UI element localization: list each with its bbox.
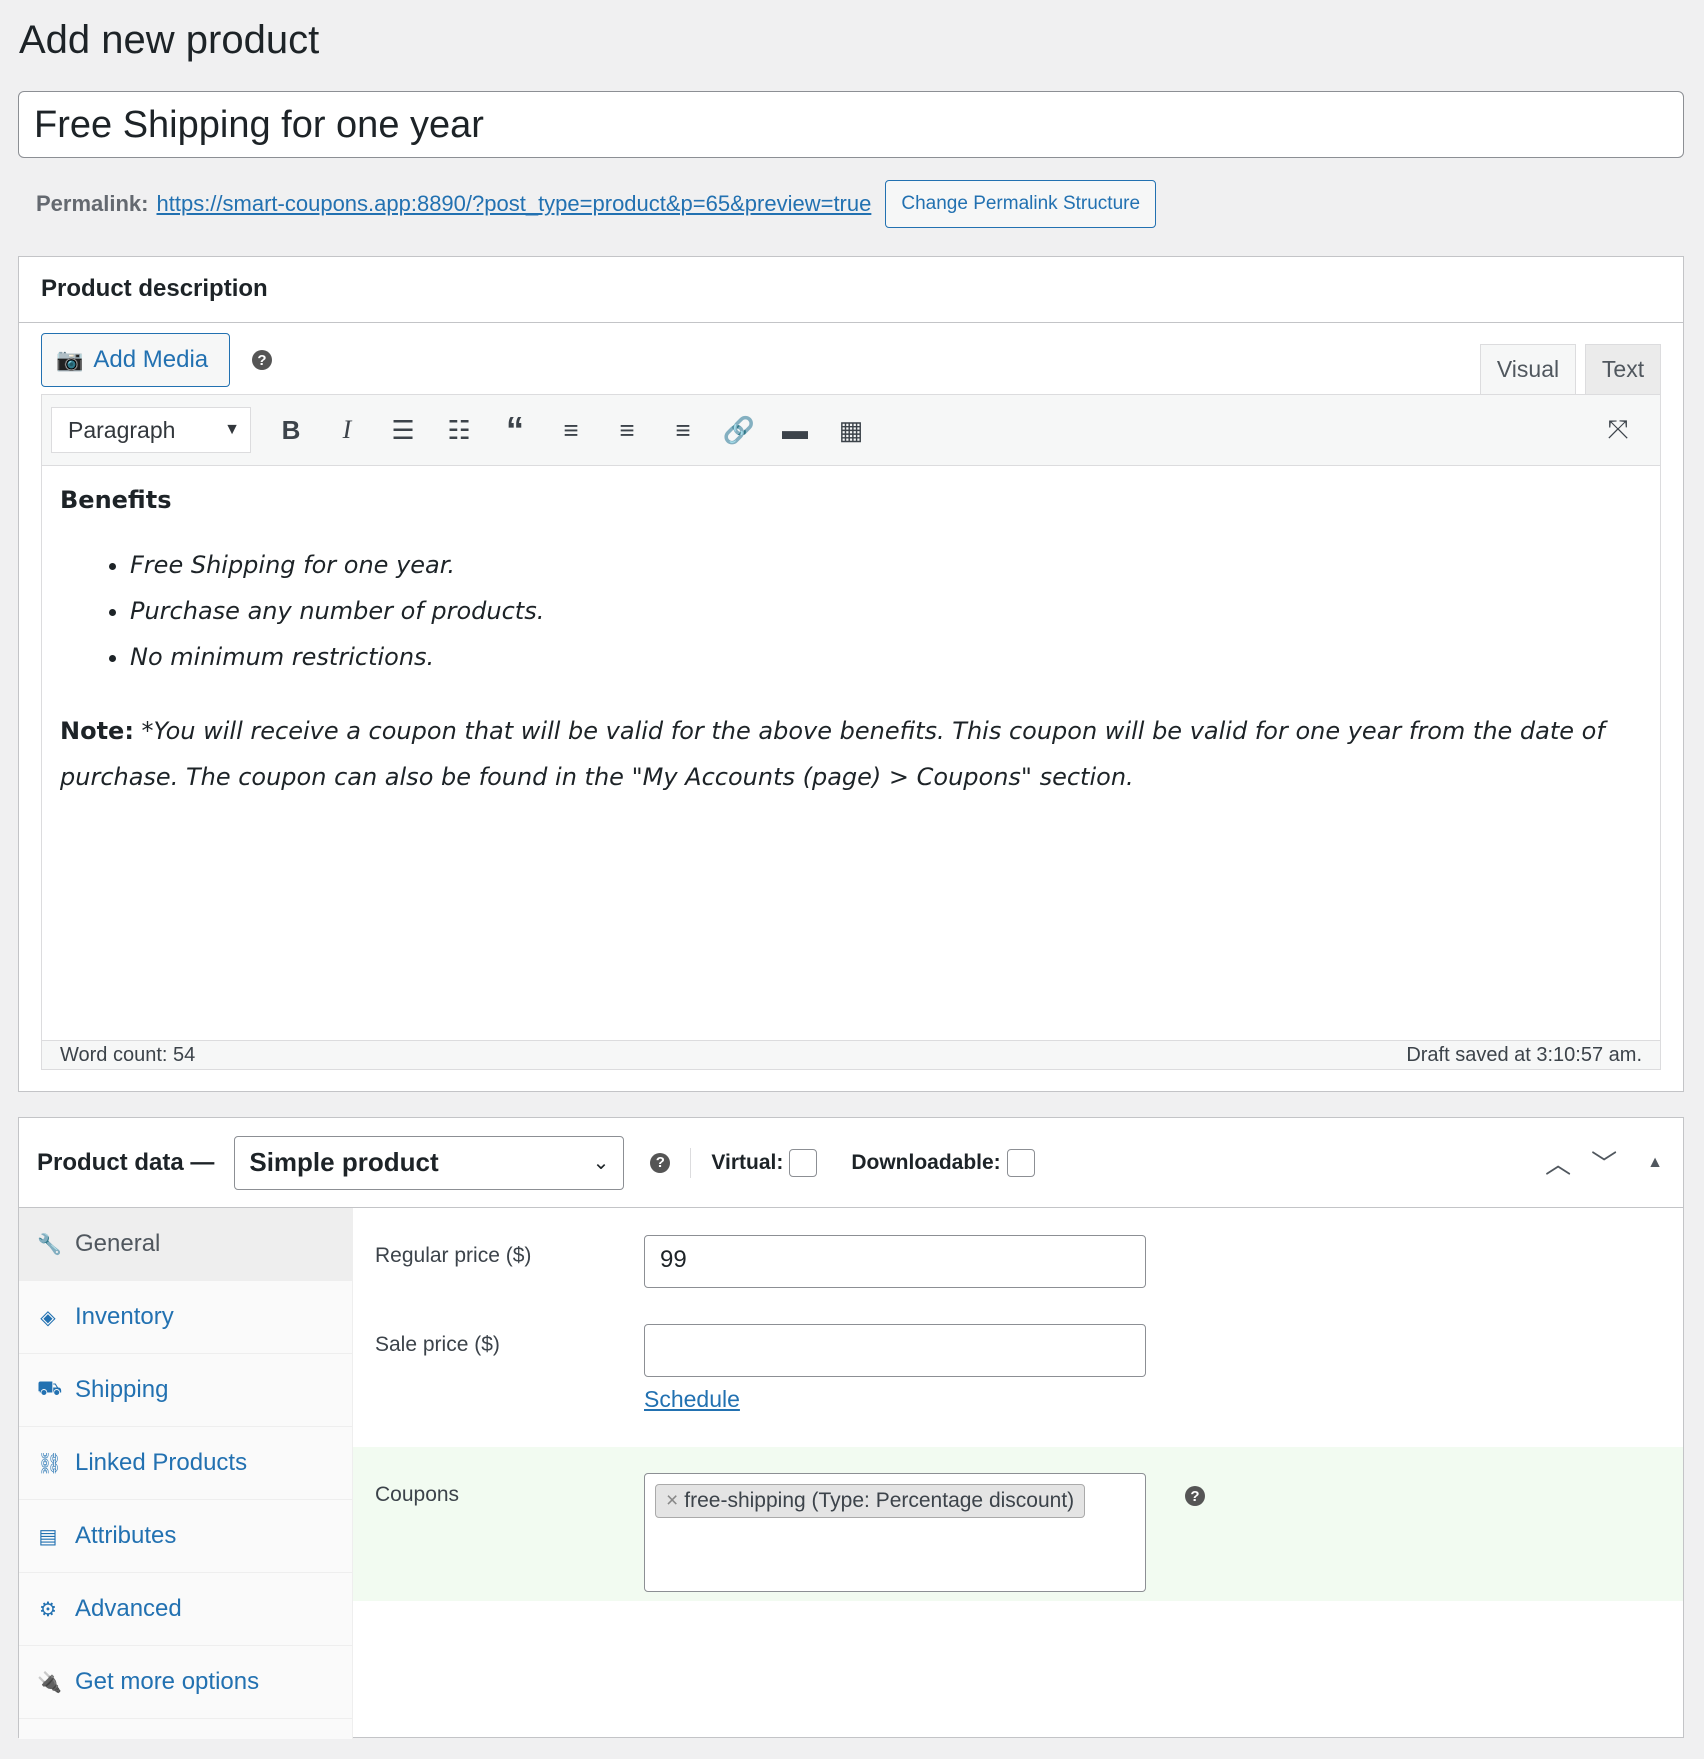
downloadable-checkbox[interactable] [1006,1148,1035,1177]
fullscreen-icon[interactable]: ⤧ [1590,414,1646,446]
tab-visual[interactable]: Visual [1480,344,1576,394]
virtual-label: Virtual: [711,1150,784,1174]
align-center-icon[interactable]: ≡ [599,415,655,446]
dropdown-arrow-icon: ▼ [224,421,240,438]
tab-attributes[interactable]: ▤ Attributes [19,1500,352,1573]
word-count: Word count: 54 [60,1043,196,1066]
bullet-list-icon[interactable]: ☰ [375,415,431,446]
move-down-icon[interactable]: ﹀ [1591,1144,1617,1181]
downloadable-label: Downloadable: [851,1150,1001,1174]
align-right-icon[interactable]: ≡ [655,415,711,446]
page-title: Add new product [19,18,320,62]
product-data-label: Product data — [37,1148,215,1176]
help-icon[interactable]: ? [252,350,272,370]
wrench-icon: 🔧 [37,1233,62,1256]
editor-toolbar: Paragraph ▼ B I ☰ ☷ “ ≡ ≡ ≡ 🔗 ▬ ▦ ⤧ [41,394,1661,466]
truck-icon: ⛟ [37,1377,63,1400]
tab-label: Advanced [75,1595,182,1622]
product-data-header: Product data — Simple product ⌄ ? Virtual… [19,1118,1683,1208]
product-title-input[interactable]: Free Shipping for one year [18,91,1684,158]
draft-saved: Draft saved at 3:10:57 am. [1406,1043,1642,1066]
media-icon: 📷 [56,347,84,372]
permalink-label: Permalink: [36,191,149,216]
product-data-box: Product data — Simple product ⌄ ? Virtual… [18,1117,1684,1739]
format-value: Paragraph [68,416,176,443]
change-permalink-button[interactable]: Change Permalink Structure [885,180,1157,228]
editor-content[interactable]: Benefits Free Shipping for one year. Pur… [41,466,1661,1040]
tab-general[interactable]: 🔧 General [19,1208,352,1281]
product-data-tabs: 🔧 General ◈ Inventory ⛟ Shipping ⛓ Linked Pr… [19,1208,353,1739]
collapse-icon[interactable]: ▲ [1647,1154,1663,1172]
tab-label: Inventory [75,1303,174,1330]
list-icon: ▤ [38,1525,58,1548]
content-heading: Benefits [60,486,172,514]
remove-icon[interactable]: × [666,1489,678,1513]
tab-text[interactable]: Text [1585,344,1661,394]
blockquote-icon[interactable]: “ [487,409,543,451]
align-left-icon[interactable]: ≡ [543,415,599,446]
tag-icon: ◈ [40,1306,56,1329]
help-icon[interactable]: ? [650,1152,671,1173]
sale-price-label: Sale price ($) [375,1333,500,1356]
tab-label: Get more options [75,1668,260,1695]
product-type-value: Simple product [249,1147,439,1177]
gear-icon: ⚙ [39,1598,57,1621]
coupons-row: Coupons × free-shipping (Type: Percentag… [353,1447,1683,1601]
toolbar-toggle-icon[interactable]: ▦ [823,415,879,446]
coupon-tag-label: free-shipping (Type: Percentage discount… [684,1489,1075,1512]
numbered-list-icon[interactable]: ☷ [431,415,487,446]
tab-advanced[interactable]: ⚙ Advanced [19,1573,352,1646]
format-select[interactable]: Paragraph ▼ [51,407,251,453]
note-label: Note: [60,717,134,745]
coupon-tag: × free-shipping (Type: Percentage discou… [655,1484,1086,1518]
note-paragraph: Note: *You will receive a coupon that wi… [60,708,1642,800]
tab-get-more-options[interactable]: 🔌 Get more options [19,1646,352,1719]
benefits-list: Free Shipping for one year. Purchase any… [130,542,1642,680]
coupons-input[interactable]: × free-shipping (Type: Percentage discou… [644,1473,1146,1592]
add-media-button[interactable]: 📷 Add Media [41,333,230,387]
read-more-icon[interactable]: ▬ [767,415,823,446]
editor-status-bar: Word count: 54 Draft saved at 3:10:57 am… [41,1040,1661,1070]
regular-price-label: Regular price ($) [375,1244,532,1267]
plugin-icon: 🔌 [37,1671,62,1694]
regular-price-input[interactable]: 99 [644,1235,1146,1288]
list-item: Purchase any number of products. [130,588,1642,634]
product-type-select[interactable]: Simple product ⌄ [234,1135,625,1190]
permalink-row: Permalink: https://smart-coupons.app:889… [36,180,1157,228]
list-item: No minimum restrictions. [130,634,1642,680]
link-icon[interactable]: 🔗 [711,415,767,446]
permalink-link[interactable]: https://smart-coupons.app:8890/?post_typ… [157,191,872,217]
virtual-checkbox[interactable] [789,1148,818,1177]
move-up-icon[interactable]: ︿ [1545,1144,1571,1181]
tab-inventory[interactable]: ◈ Inventory [19,1281,352,1354]
tab-shipping[interactable]: ⛟ Shipping [19,1354,352,1427]
chevron-down-icon: ⌄ [592,1152,610,1174]
sale-price-input[interactable] [644,1324,1146,1377]
schedule-link[interactable]: Schedule [644,1386,740,1413]
link-icon: ⛓ [37,1452,63,1475]
bold-icon[interactable]: B [263,415,319,446]
coupons-label: Coupons [375,1483,460,1506]
help-icon[interactable]: ? [1185,1486,1205,1506]
italic-icon[interactable]: I [319,415,375,445]
list-item: Free Shipping for one year. [130,542,1642,588]
tab-label: Shipping [75,1376,169,1403]
tab-linked-products[interactable]: ⛓ Linked Products [19,1427,352,1500]
description-heading: Product description [19,257,1683,323]
tab-label: General [75,1230,161,1257]
divider [690,1147,692,1178]
add-media-label: Add Media [93,346,209,373]
tab-label: Attributes [75,1522,177,1549]
tab-label: Linked Products [75,1449,248,1476]
note-text: *You will receive a coupon that will be … [60,717,1605,791]
